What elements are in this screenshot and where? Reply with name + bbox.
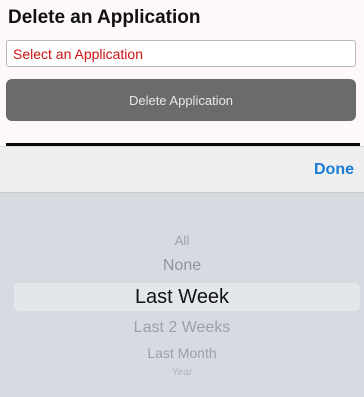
delete-application-screen: Delete an Application Select an Applicat… [0, 0, 364, 397]
picker-option[interactable]: All [0, 233, 364, 248]
done-button[interactable]: Done [314, 161, 354, 179]
picker-option[interactable]: None [0, 257, 364, 275]
delete-application-label: Delete Application [128, 92, 234, 108]
select-application-field[interactable]: Select an Application [6, 40, 356, 67]
picker-toolbar: Done [0, 146, 364, 193]
picker-option[interactable]: Last 2 Weeks [0, 319, 364, 337]
picker-option[interactable]: Last Month [0, 345, 364, 361]
page-title: Delete an Application [8, 7, 201, 28]
select-application-label: Select an Application [13, 45, 143, 62]
delete-application-button[interactable]: Delete Application [6, 79, 356, 121]
picker-option-selected[interactable]: Last Week [0, 286, 364, 309]
picker-option[interactable]: Year [0, 367, 364, 378]
picker-wheel[interactable]: All None Last Week Last 2 Weeks Last Mon… [0, 193, 364, 397]
